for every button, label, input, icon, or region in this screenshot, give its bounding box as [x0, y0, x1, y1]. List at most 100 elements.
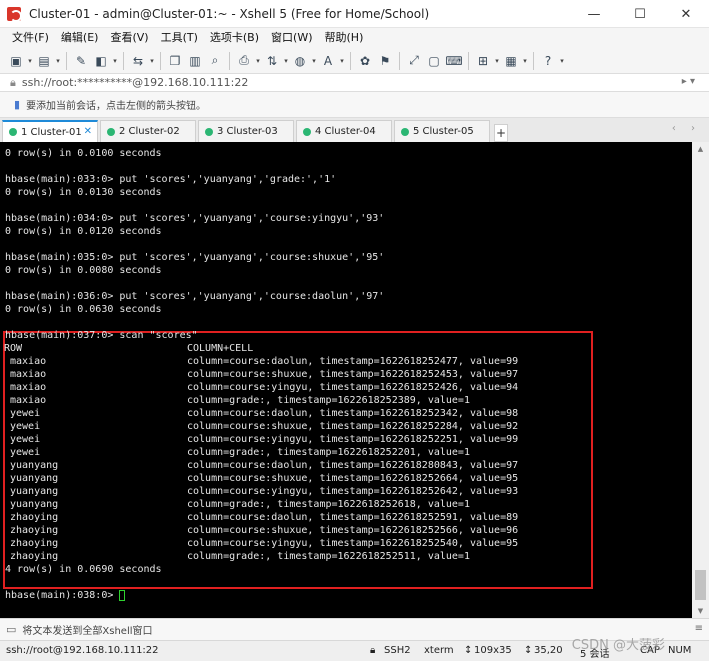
menu-tabs[interactable]: 选项卡(B) [204, 28, 265, 48]
pen-icon[interactable]: ✎ [71, 51, 91, 71]
close-button[interactable]: ✕ [663, 0, 709, 28]
row-cell: column=course:daolun, timestamp=16226182… [187, 408, 519, 419]
lock-icon[interactable]: ⚑ [375, 51, 395, 71]
scan-row: zhaoying column=grade:, timestamp=1622618… [5, 550, 585, 563]
toolbar-divider [66, 51, 67, 70]
new-session-dropdown-icon[interactable]: ▾ [26, 57, 34, 65]
scan-row: zhaoying column=course:yingyu, timestamp=… [5, 537, 585, 550]
tab-close-icon[interactable]: ✕ [84, 126, 92, 137]
maximize-button[interactable]: ☐ [617, 0, 663, 28]
connected-icon [9, 128, 17, 136]
row-cell: column=course:daolun, timestamp=16226182… [187, 460, 519, 471]
transfer-icon[interactable]: ⇅ [262, 51, 282, 71]
menu-window[interactable]: 窗口(W) [265, 28, 318, 48]
menu-tools[interactable]: 工具(T) [155, 28, 204, 48]
find-icon[interactable]: ⌕ [205, 51, 225, 71]
toolbar: ▣ ▾ ▤ ▾ ✎ ◧ ▾ ⇆ ▾ ❐ ▥ ⌕ ⎙ ▾ ⇅ ▾ ◍ ▾ A ▾ … [0, 48, 709, 74]
row-key: yuanyang [10, 460, 59, 471]
watermark: CSDN @大菠彩 [571, 638, 665, 653]
help-dropdown-icon[interactable]: ▾ [558, 57, 566, 65]
lock-screen-icon[interactable]: ▢ [424, 51, 444, 71]
properties-dropdown-icon[interactable]: ▾ [111, 57, 119, 65]
tab-label: 5 Cluster-05 [413, 126, 474, 137]
terminal-line: 0 row(s) in 0.0080 seconds [5, 265, 162, 276]
print-icon[interactable]: ⎙ [234, 51, 254, 71]
row-key: zhaoying [10, 512, 59, 523]
row-cell: column=course:daolun, timestamp=16226182… [187, 512, 519, 523]
terminal-cursor [119, 590, 126, 601]
properties-icon[interactable]: ◧ [91, 51, 111, 71]
menu-file[interactable]: 文件(F) [6, 28, 55, 48]
address-bar[interactable]: 🔒︎ ssh://root:**********@192.168.10.111:… [0, 74, 709, 92]
tab-label: 1 Cluster-01 [21, 126, 82, 138]
reconnect-icon[interactable]: ⇆ [128, 51, 148, 71]
menu-view[interactable]: 查看(V) [104, 28, 154, 48]
reconnect-dropdown-icon[interactable]: ▾ [148, 57, 156, 65]
bookmark-icon[interactable]: ▮ [14, 98, 20, 111]
lock-icon: 🔒︎ [370, 645, 376, 656]
add-dropdown-icon[interactable]: ▾ [493, 57, 501, 65]
status-address: ssh://root@192.168.10.111:22 [6, 645, 159, 656]
tab-bar: 1 Cluster-01 ✕ 2 Cluster-02 3 Cluster-03… [0, 118, 709, 142]
row-key: zhaoying [10, 538, 59, 549]
status-size: 109x35 [474, 645, 512, 656]
new-session-icon[interactable]: ▣ [6, 51, 26, 71]
toolbar-divider [468, 51, 469, 70]
tab-cluster-02[interactable]: 2 Cluster-02 [100, 120, 196, 142]
keyboard-icon[interactable]: ⌨ [444, 51, 464, 71]
row-cell: column=grade:, timestamp=1622618252511, … [187, 551, 470, 562]
row-cell: column=course:daolun, timestamp=16226182… [187, 356, 519, 367]
address-arrows[interactable]: ▸ ▾ [682, 76, 695, 87]
globe-icon[interactable]: ◍ [290, 51, 310, 71]
connected-icon [401, 127, 409, 136]
terminal-line: 0 row(s) in 0.0120 seconds [5, 226, 162, 237]
fullscreen-icon[interactable]: ⤢ [404, 51, 424, 71]
copy-icon[interactable]: ❐ [165, 51, 185, 71]
terminal-scrollbar[interactable]: ▲ ▼ [692, 142, 709, 618]
terminal-line: hbase(main):035:0> put 'scores','yuanyan… [5, 252, 385, 263]
scroll-up-icon[interactable]: ▲ [692, 142, 709, 156]
layout-icon[interactable]: ▦ [501, 51, 521, 71]
layout-dropdown-icon[interactable]: ▾ [521, 57, 529, 65]
row-cell: column=grade:, timestamp=1622618252618, … [187, 499, 470, 510]
open-dropdown-icon[interactable]: ▾ [54, 57, 62, 65]
paste-icon[interactable]: ▥ [185, 51, 205, 71]
xftp-icon[interactable]: ✿ [355, 51, 375, 71]
font-dropdown-icon[interactable]: ▾ [338, 57, 346, 65]
scroll-down-icon[interactable]: ▼ [692, 604, 709, 618]
scan-header: ROW COLUMN+CELL [4, 342, 585, 355]
scrollbar-thumb[interactable] [695, 570, 706, 600]
globe-dropdown-icon[interactable]: ▾ [310, 57, 318, 65]
scan-row: yuanyang column=course:shuxue, timestamp=… [5, 472, 585, 485]
scan-header-cell: COLUMN+CELL [187, 343, 254, 354]
minimize-button[interactable]: — [571, 0, 617, 28]
open-folder-icon[interactable]: ▤ [34, 51, 54, 71]
compose-menu-icon[interactable]: ≡ [695, 623, 703, 634]
row-cell: column=course:yingyu, timestamp=16226182… [187, 486, 519, 497]
transfer-dropdown-icon[interactable]: ▾ [282, 57, 290, 65]
row-key: yewei [10, 434, 41, 445]
terminal-output[interactable]: 0 row(s) in 0.0100 seconds hbase(main):03… [0, 142, 692, 618]
tab-cluster-03[interactable]: 3 Cluster-03 [198, 120, 294, 142]
tab-cluster-04[interactable]: 4 Cluster-04 [296, 120, 392, 142]
menu-help[interactable]: 帮助(H) [319, 28, 370, 48]
row-cell: column=grade:, timestamp=1622618252389, … [187, 395, 470, 406]
row-key: maxiao [10, 382, 47, 393]
menu-edit[interactable]: 编辑(E) [55, 28, 105, 48]
title-bar: Cluster-01 - admin@Cluster-01:~ - Xshell… [0, 0, 709, 28]
row-key: yuanyang [10, 499, 59, 510]
print-dropdown-icon[interactable]: ▾ [254, 57, 262, 65]
help-icon[interactable]: ? [538, 51, 558, 71]
font-icon[interactable]: A [318, 51, 338, 71]
window-title: Cluster-01 - admin@Cluster-01:~ - Xshell… [29, 6, 430, 21]
scan-summary: 4 row(s) in 0.0690 seconds [5, 564, 162, 575]
tab-cluster-05[interactable]: 5 Cluster-05 [394, 120, 490, 142]
add-icon[interactable]: ⊞ [473, 51, 493, 71]
compose-icon[interactable]: ▭ [6, 623, 16, 636]
tab-scroll-arrows[interactable]: ‹ › [672, 123, 701, 134]
prompt-line[interactable]: hbase(main):038:0> [5, 589, 119, 602]
connected-icon [107, 127, 115, 136]
tab-cluster-01[interactable]: 1 Cluster-01 ✕ [2, 120, 98, 142]
new-tab-button[interactable]: + [494, 124, 508, 142]
lock-icon: 🔒︎ [10, 75, 16, 89]
